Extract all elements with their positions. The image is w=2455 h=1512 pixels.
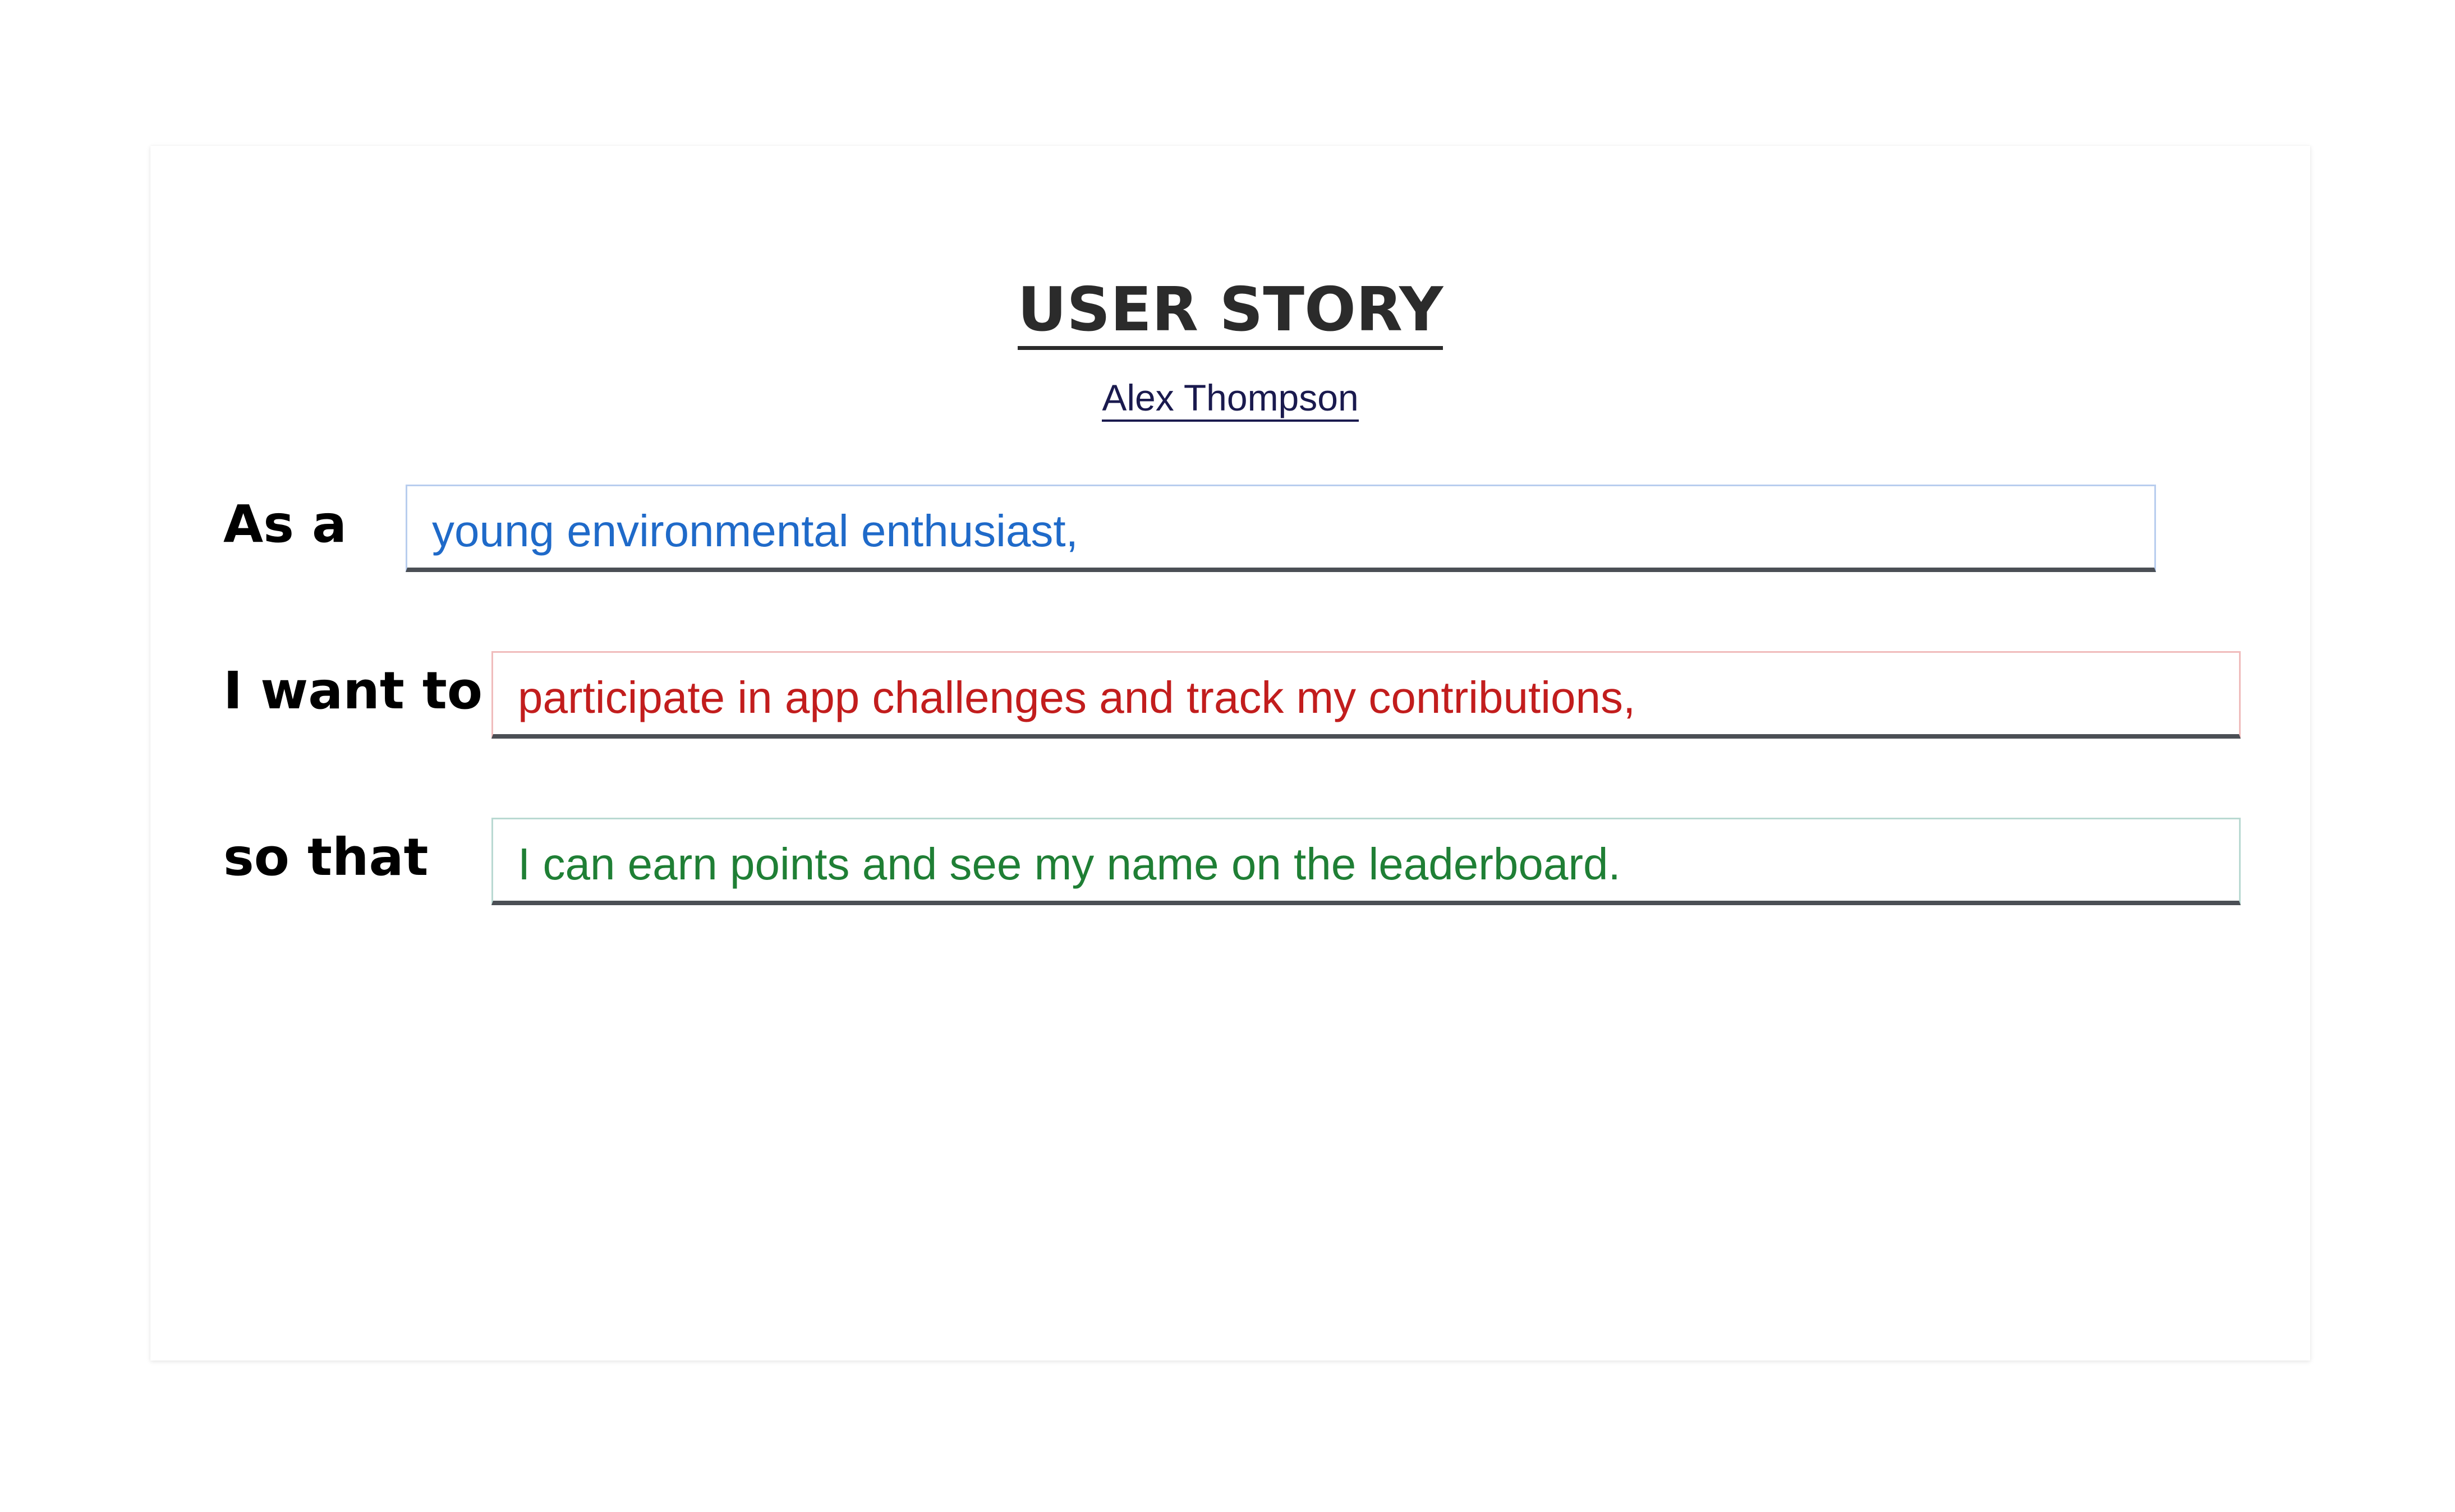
so-that-label: so that (223, 827, 429, 887)
i-want-to-field[interactable]: participate in app challenges and track … (491, 651, 2241, 739)
as-a-label: As a (223, 494, 347, 554)
author-line: Alex Thompson (150, 376, 2310, 422)
page-title: USER STORY (150, 274, 2310, 350)
author-link[interactable]: Alex Thompson (1102, 377, 1359, 422)
user-story-card: USER STORY Alex Thompson As a young envi… (150, 146, 2310, 1361)
so-that-field[interactable]: I can earn points and see my name on the… (491, 818, 2241, 905)
as-a-field[interactable]: young environmental enthusiast, (406, 485, 2156, 572)
i-want-to-label: I want to (223, 661, 483, 721)
page-title-text: USER STORY (1017, 275, 1443, 350)
